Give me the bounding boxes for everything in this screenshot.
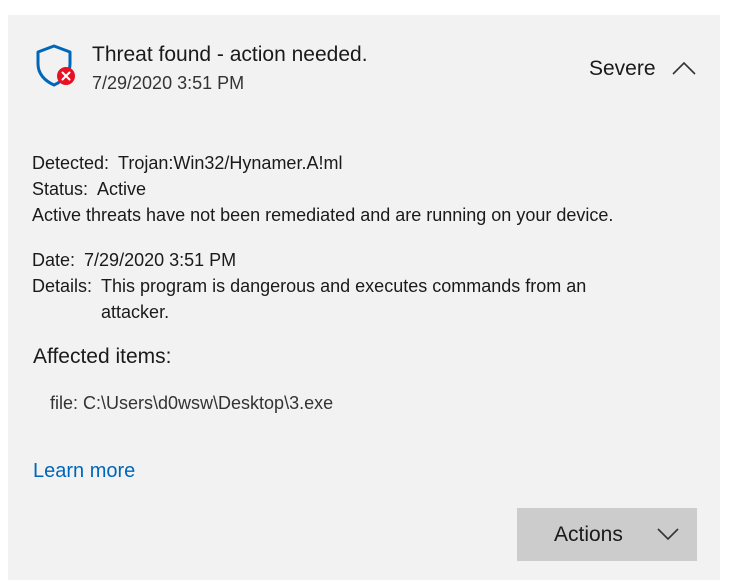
status-message: Active threats have not been remediated …	[32, 205, 614, 225]
chevron-up-icon[interactable]	[669, 55, 699, 81]
status-label: Status:	[32, 179, 89, 199]
details-value: This program is dangerous and executes c…	[101, 276, 587, 322]
details-row: Details: This program is dangerous and e…	[32, 273, 641, 325]
affected-item: file: C:\Users\d0wsw\Desktop\3.exe	[50, 393, 334, 413]
alert-timestamp: 7/29/2020 3:51 PM	[92, 73, 245, 93]
threat-card: Threat found - action needed. 7/29/2020 …	[8, 15, 720, 580]
alert-title: Threat found - action needed.	[92, 43, 368, 66]
actions-button[interactable]: Actions	[517, 508, 697, 561]
shield-icon	[36, 44, 75, 87]
date-value: 7/29/2020 3:51 PM	[84, 250, 237, 270]
date-row: Date: 7/29/2020 3:51 PM	[32, 247, 236, 273]
detected-label: Detected:	[32, 153, 110, 173]
status-value: Active	[97, 179, 147, 199]
detected-value: Trojan:Win32/Hynamer.A!ml	[118, 153, 343, 173]
learn-more-link[interactable]: Learn more	[33, 457, 135, 485]
actions-button-label: Actions	[554, 523, 623, 546]
detected-row: Detected: Trojan:Win32/Hynamer.A!ml	[32, 150, 342, 176]
date-label: Date:	[32, 250, 76, 270]
error-badge-icon	[57, 67, 75, 85]
chevron-down-icon	[657, 528, 679, 541]
details-label: Details:	[32, 276, 93, 296]
affected-items-heading: Affected items:	[33, 345, 172, 368]
severity-label: Severe	[589, 57, 656, 80]
status-row: Status: Active	[32, 176, 146, 202]
